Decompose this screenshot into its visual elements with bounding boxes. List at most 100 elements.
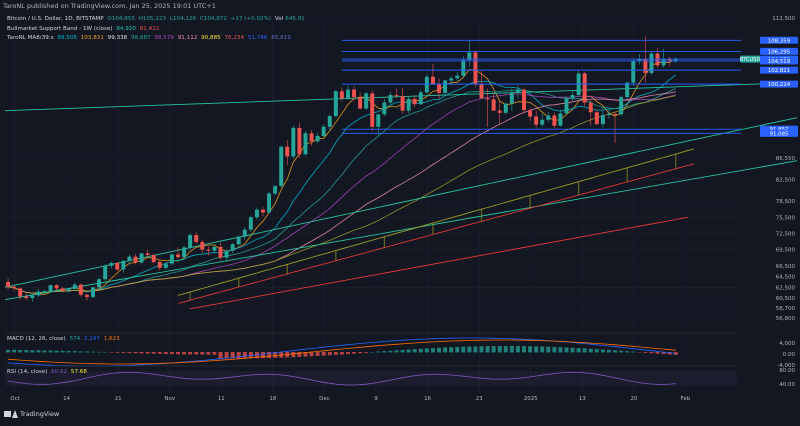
macd-histogram-bar [176, 352, 180, 354]
candle-body [12, 287, 16, 289]
candle-body [279, 147, 283, 186]
candle-body [449, 78, 453, 80]
macd-histogram-bar [73, 351, 77, 352]
macd-histogram-bar [97, 352, 101, 353]
candle-body [643, 59, 647, 72]
candle-body [340, 91, 344, 98]
candle-body [219, 247, 223, 258]
publisher-line: TaroNL published on TradingView.com, Jan… [3, 2, 216, 10]
legend-ma-v3: 98,887 [131, 35, 151, 41]
candle-body [73, 285, 77, 289]
price-tick-label: 78,500 [776, 199, 796, 205]
candle-body [558, 113, 562, 125]
candle-body [206, 250, 210, 251]
legend-ma-ribbon: TaroNL MA8/39:s 99.505 103,831 99,338 98… [7, 35, 293, 41]
candle-body [79, 285, 83, 295]
candle-body [97, 279, 101, 287]
legend-bull-band-v2: 81,422 [140, 26, 160, 32]
footer-brand-text: TradingView [20, 410, 59, 418]
macd-histogram-bar [498, 346, 502, 352]
candle-body [30, 295, 34, 298]
candle-body [540, 120, 544, 125]
legend-change: +17 (+0.02%) [231, 16, 271, 22]
candle-body [285, 147, 289, 157]
candle-body [492, 99, 496, 110]
macd-histogram-bar [291, 352, 295, 357]
candle-body [376, 114, 380, 126]
tradingview-logo-icon [4, 410, 17, 418]
time-tick-label: Oct [10, 396, 20, 402]
macd-histogram-bar [486, 346, 490, 352]
macd-histogram-bar [413, 349, 417, 352]
candle-body [182, 247, 186, 257]
candle-body [310, 133, 314, 141]
macd-histogram-bar [534, 346, 538, 352]
candle-body [486, 98, 490, 99]
legend-vol-label: Vol [275, 16, 283, 22]
macd-histogram-bar [182, 352, 186, 354]
macd-label: MACD (12, 26, close) [7, 336, 66, 342]
legend-ma-v8: 51,746 [248, 35, 268, 41]
candle-body [237, 237, 241, 245]
candle-body [134, 257, 138, 263]
legend-ohlc-c: C104,872 [200, 16, 227, 22]
macd-histogram-bar [650, 352, 654, 353]
legend-ma-label: TaroNL MA8/39:s [7, 35, 54, 41]
candle-body [24, 296, 28, 298]
macd-histogram-bar [18, 350, 22, 352]
macd-histogram-bar [643, 352, 647, 353]
macd-histogram-bar [619, 351, 623, 353]
candle-body [546, 115, 550, 119]
macd-histogram-bar [607, 350, 611, 352]
macd-histogram-bar [401, 350, 405, 352]
price-tick-label: 112,500 [772, 16, 795, 22]
legend-vol-value: 645.91 [285, 16, 305, 22]
price-level-label: 106,295 [768, 49, 790, 55]
macd-v0: 574 [69, 336, 80, 342]
macd-v1: 2,197 [84, 336, 100, 342]
macd-histogram-bar [24, 350, 28, 352]
candle-body [504, 104, 508, 113]
candle-body [534, 117, 538, 125]
macd-histogram-bar [455, 347, 459, 352]
macd-v2: 1,623 [104, 336, 120, 342]
candle-body [273, 186, 277, 194]
macd-histogram-bar [67, 351, 71, 352]
candle-body [419, 92, 423, 104]
legend-ma-v4: 98,579 [154, 35, 174, 41]
macd-histogram-bar [170, 352, 174, 354]
candle-body [473, 52, 477, 84]
candle-body [164, 264, 168, 268]
time-tick-label: 13 [579, 396, 586, 402]
candle-body [528, 110, 532, 116]
price-tick-label: 60,500 [776, 296, 796, 302]
legend-main-title: Bitcoin / U.S. Dollar, 1D, BITSTAMP [7, 16, 104, 22]
macd-histogram-bar [492, 346, 496, 352]
macd-histogram-bar [510, 346, 514, 352]
time-tick-label: Nov [164, 396, 175, 402]
macd-histogram-bar [334, 352, 338, 355]
candle-body [36, 292, 40, 296]
macd-legend: MACD (12, 26, close) 574 2,197 1,623 [7, 336, 122, 342]
macd-histogram-bar [194, 352, 198, 355]
macd-histogram-bar [601, 350, 605, 353]
candle-body [334, 91, 338, 116]
candle-body [6, 282, 10, 287]
price-level-label: 104,519 [768, 59, 791, 65]
candle-body [431, 77, 435, 85]
legend-bull-band: Bullmarket Support Band - 1W (close) 84,… [7, 26, 161, 32]
candle-body [619, 97, 623, 114]
macd-histogram-bar [121, 352, 125, 353]
candle-body [552, 115, 556, 125]
macd-histogram-bar [340, 352, 344, 354]
legend-ohlc-o: O104,855 [107, 16, 135, 22]
candle-body [631, 61, 635, 83]
legend-ohlc-h: H105,223 [139, 16, 166, 22]
candle-body [212, 247, 216, 251]
price-tick-label: 69,500 [776, 248, 796, 254]
candle-body [109, 263, 113, 266]
candle-body [55, 285, 59, 288]
macd-histogram-bar [449, 347, 453, 352]
legend-ma-v5: 91,112 [178, 35, 198, 41]
candle-body [231, 244, 235, 250]
